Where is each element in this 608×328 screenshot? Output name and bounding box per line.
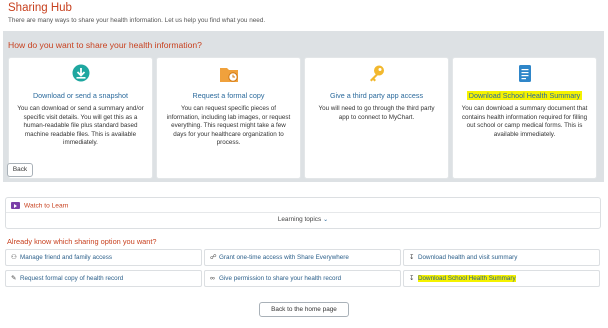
page-header: Sharing Hub There are many ways to share… — [0, 0, 608, 30]
option-label: Manage friend and family access — [20, 254, 113, 261]
card-description: You can request specific pieces of infor… — [166, 105, 291, 147]
option-label: Give permission to share your health rec… — [219, 275, 342, 282]
already-know-heading: Already know which sharing option you wa… — [7, 237, 157, 246]
download-icon: ↧ — [409, 254, 415, 261]
card-description: You can download or send a summary and/o… — [17, 105, 144, 147]
video-icon — [11, 202, 20, 209]
option-request-formal-copy[interactable]: ✎ Request formal copy of health record — [5, 270, 202, 287]
folder-clock-icon — [219, 68, 238, 82]
card-title: Give a third party app access — [329, 91, 424, 100]
download-icon: ↧ — [409, 275, 415, 282]
option-download-health-summary[interactable]: ↧ Download health and visit summary — [403, 249, 600, 266]
card-title-text: Download School Health Summary — [466, 91, 583, 100]
download-icon — [72, 64, 89, 82]
option-download-school-summary[interactable]: ↧ Download School Health Summary — [403, 270, 600, 287]
card-request-formal-copy[interactable]: Request a formal copy You can request sp… — [156, 57, 301, 179]
page-subtitle: There are many ways to share your health… — [8, 17, 266, 24]
card-school-health-summary[interactable]: Download School Health Summary You can d… — [452, 57, 597, 179]
back-button[interactable]: Back — [7, 163, 33, 177]
card-title: Request a formal copy — [192, 91, 265, 100]
share-question: How do you want to share your health inf… — [8, 40, 202, 50]
request-icon: ✎ — [11, 275, 17, 282]
card-description: You will need to go through the third pa… — [318, 105, 435, 121]
option-label: Download health and visit summary — [418, 254, 518, 261]
learning-topics-toggle[interactable]: Learning topics ⌄ — [6, 216, 600, 223]
people-icon: ⚇ — [11, 254, 17, 261]
learning-topics-label: Learning topics — [277, 216, 322, 223]
option-label: Grant one-time access with Share Everywh… — [219, 254, 349, 261]
document-icon — [518, 65, 531, 82]
divider — [6, 212, 600, 213]
card-description: You can download a summary document that… — [461, 105, 588, 138]
option-label: Request formal copy of health record — [20, 275, 124, 282]
back-to-home-button[interactable]: Back to the home page — [259, 302, 349, 317]
share-icon: ☍ — [210, 254, 217, 261]
card-third-party-app[interactable]: Give a third party app access You will n… — [304, 57, 449, 179]
key-icon — [369, 65, 384, 82]
option-label: Download School Health Summary — [418, 275, 516, 282]
chevron-down-icon: ⌄ — [323, 217, 329, 223]
watch-to-learn-link[interactable]: Watch to Learn — [11, 202, 68, 209]
watch-to-learn-label: Watch to Learn — [24, 202, 69, 210]
option-manage-friend-family[interactable]: ⚇ Manage friend and family access — [5, 249, 202, 266]
link-icon: ∞ — [210, 275, 215, 282]
option-give-permission[interactable]: ∞ Give permission to share your health re… — [204, 270, 401, 287]
page-title: Sharing Hub — [8, 2, 72, 14]
card-title: Download or send a snapshot — [32, 91, 129, 100]
card-title: Download School Health Summary — [453, 91, 596, 100]
option-share-everywhere[interactable]: ☍ Grant one-time access with Share Everyw… — [204, 249, 401, 266]
learning-section: Watch to Learn Learning topics ⌄ — [5, 197, 601, 229]
share-options-panel: How do you want to share your health inf… — [3, 31, 604, 182]
card-download-snapshot[interactable]: Download or send a snapshot You can down… — [8, 57, 153, 179]
